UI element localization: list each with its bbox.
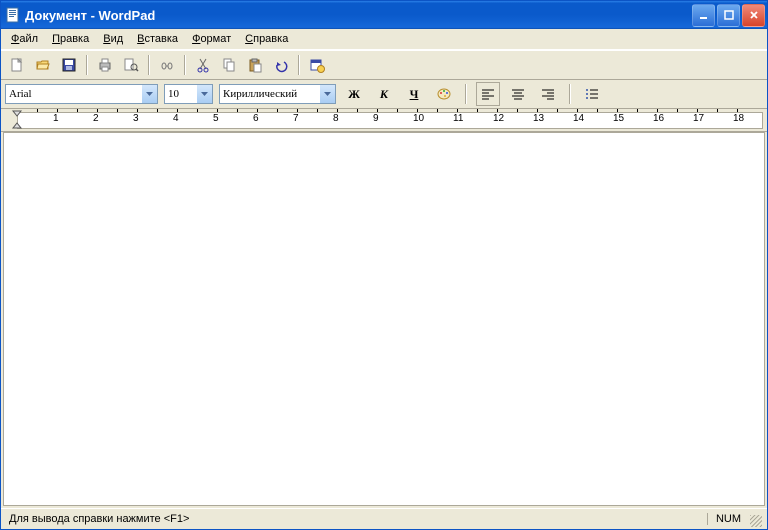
- italic-button[interactable]: К: [372, 82, 396, 106]
- save-button[interactable]: [57, 53, 81, 77]
- align-right-button[interactable]: [536, 82, 560, 106]
- open-button[interactable]: [31, 53, 55, 77]
- close-button[interactable]: [742, 4, 765, 27]
- font-script-input[interactable]: [220, 85, 320, 103]
- menu-format[interactable]: Формат: [186, 32, 237, 46]
- document-editor[interactable]: [3, 132, 765, 506]
- app-window: Документ - WordPad Файл Правка Вид Встав…: [0, 0, 768, 530]
- chevron-down-icon[interactable]: [142, 85, 157, 103]
- new-button[interactable]: [5, 53, 29, 77]
- status-num-indicator: NUM: [707, 513, 745, 525]
- status-help-text: Для вывода справки нажмите <F1>: [5, 513, 193, 525]
- copy-button[interactable]: [217, 53, 241, 77]
- app-icon: [5, 7, 21, 23]
- menu-file[interactable]: Файл: [5, 32, 44, 46]
- menu-edit[interactable]: Правка: [46, 32, 95, 46]
- window-title: Документ - WordPad: [25, 8, 155, 23]
- menu-bar: Файл Правка Вид Вставка Формат Справка: [1, 29, 767, 50]
- maximize-button[interactable]: [717, 4, 740, 27]
- font-size-combo[interactable]: [164, 84, 213, 104]
- print-preview-button[interactable]: [119, 53, 143, 77]
- chevron-down-icon[interactable]: [197, 85, 212, 103]
- datetime-button[interactable]: [305, 53, 329, 77]
- chevron-down-icon[interactable]: [320, 85, 335, 103]
- bold-button[interactable]: Ж: [342, 82, 366, 106]
- align-center-button[interactable]: [506, 82, 530, 106]
- window-caption-buttons: [692, 4, 765, 27]
- standard-toolbar: [1, 50, 767, 80]
- format-toolbar: Ж К Ч: [1, 80, 767, 109]
- title-bar[interactable]: Документ - WordPad: [1, 1, 767, 29]
- resize-grip[interactable]: [745, 510, 763, 528]
- menu-view[interactable]: Вид: [97, 32, 129, 46]
- color-button[interactable]: [432, 82, 456, 106]
- find-button[interactable]: [155, 53, 179, 77]
- menu-insert[interactable]: Вставка: [131, 32, 184, 46]
- undo-button[interactable]: [269, 53, 293, 77]
- print-button[interactable]: [93, 53, 117, 77]
- font-script-combo[interactable]: [219, 84, 336, 104]
- minimize-button[interactable]: [692, 4, 715, 27]
- paste-button[interactable]: [243, 53, 267, 77]
- bullets-button[interactable]: [580, 82, 604, 106]
- cut-button[interactable]: [191, 53, 215, 77]
- underline-button[interactable]: Ч: [402, 82, 426, 106]
- align-left-button[interactable]: [476, 82, 500, 106]
- status-bar: Для вывода справки нажмите <F1> NUM: [1, 508, 767, 529]
- ruler[interactable]: 123456789101112131415161718: [1, 109, 767, 132]
- menu-help[interactable]: Справка: [239, 32, 294, 46]
- font-family-input[interactable]: [6, 85, 142, 103]
- font-size-input[interactable]: [165, 85, 197, 103]
- font-family-combo[interactable]: [5, 84, 158, 104]
